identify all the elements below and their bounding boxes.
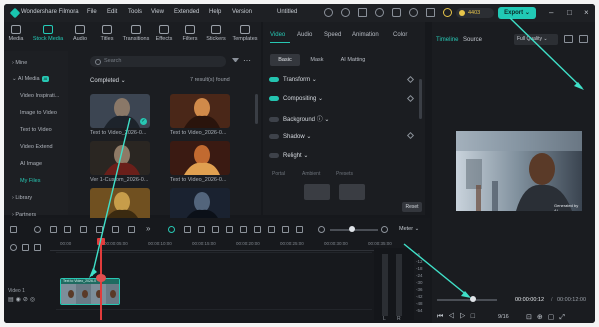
arrow-head [574,82,584,90]
arrow-line [509,17,583,89]
arrow-line [91,117,131,277]
arrow-line [403,243,469,297]
app-window: Wondershare Filmora File Edit Tools View… [4,4,595,323]
annotation-arrows [89,17,584,298]
arrow-head [89,268,97,278]
